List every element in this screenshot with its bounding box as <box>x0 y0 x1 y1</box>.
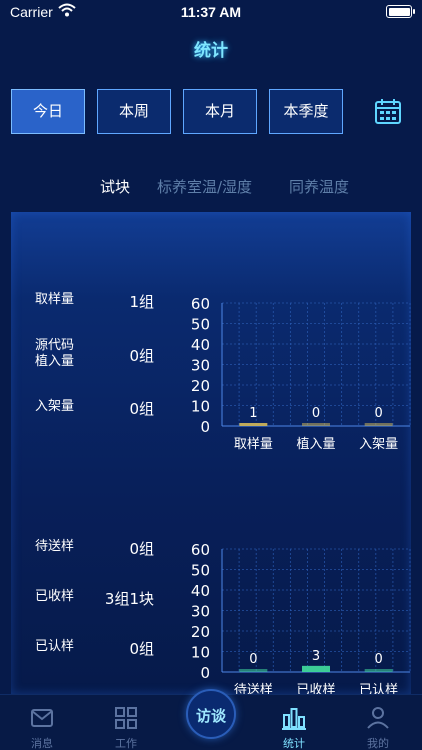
tabbar-item-stats[interactable]: 统计 <box>252 695 336 750</box>
metric-value: 0组 <box>129 540 154 558</box>
y-tick-label: 30 <box>191 603 210 621</box>
mail-icon <box>31 709 53 727</box>
period-today-button[interactable]: 今日 <box>11 89 85 134</box>
y-tick-label: 60 <box>191 295 210 313</box>
period-month-button[interactable]: 本月 <box>183 89 257 134</box>
bar <box>364 669 393 672</box>
bar <box>239 669 268 672</box>
y-tick-label: 20 <box>191 377 210 395</box>
tabbar-item-work[interactable]: 工作 <box>84 695 168 750</box>
tabbar-item-messages[interactable]: 消息 <box>0 695 84 750</box>
y-tick-label: 20 <box>191 623 210 641</box>
metric-label: 待送样 <box>35 539 75 554</box>
status-bar: Carrier 11:37 AM <box>0 0 422 24</box>
data-label: 1 <box>249 406 257 421</box>
x-tick-label: 取样量 <box>234 437 273 452</box>
metric-label: 入架量 <box>35 399 75 414</box>
y-tick-label: 10 <box>191 398 210 416</box>
center-action-label: 访谈 <box>195 707 226 725</box>
y-tick-label: 40 <box>191 336 210 354</box>
y-tick-label: 0 <box>200 418 210 436</box>
data-label: 0 <box>312 406 320 421</box>
metric-label: 已认样 <box>35 639 75 654</box>
page-title: 统计 <box>194 41 228 61</box>
y-tick-label: 60 <box>191 541 210 559</box>
user-icon <box>367 707 389 729</box>
bar-chart-icon <box>282 708 306 730</box>
tabbar-label: 工作 <box>115 737 137 750</box>
data-label: 0 <box>375 406 383 421</box>
metric-value: 1组 <box>129 293 154 311</box>
x-tick-label: 入架量 <box>359 437 398 452</box>
grid-icon <box>115 707 137 729</box>
y-tick-label: 40 <box>191 582 210 600</box>
tabbar-label: 我的 <box>367 737 389 750</box>
tab-standard-room[interactable]: 标养室温/湿度 <box>157 176 252 197</box>
x-tick-label: 已收样 <box>296 683 335 694</box>
metric-label: 已收样 <box>35 589 75 604</box>
bar-chart-receiving: 0 10 20 30 40 50 60 0 待送样 3 已收样 0 已认样 <box>191 541 411 694</box>
metric-value: 3组1块 <box>104 590 154 608</box>
category-tabs: 试块 标养室温/湿度 同养温度 <box>0 176 422 196</box>
metric-value: 0组 <box>129 400 154 418</box>
bar <box>302 665 330 672</box>
clock: 11:37 AM <box>180 4 242 20</box>
bar <box>364 423 393 426</box>
y-tick-label: 0 <box>200 664 210 682</box>
calendar-icon[interactable] <box>374 97 402 125</box>
data-label: 3 <box>312 649 320 664</box>
battery-icon <box>386 5 415 18</box>
x-tick-label: 已认样 <box>359 683 398 694</box>
tabbar-label: 统计 <box>283 737 305 750</box>
bar <box>302 423 330 426</box>
tabbar-label: 消息 <box>31 737 53 750</box>
y-tick-label: 50 <box>191 316 210 334</box>
y-tick-label: 50 <box>191 562 210 580</box>
period-week-button[interactable]: 本周 <box>97 89 171 134</box>
bar <box>239 423 268 426</box>
x-tick-label: 待送样 <box>234 683 273 694</box>
x-tick-label: 植入量 <box>296 437 335 452</box>
y-tick-label: 10 <box>191 644 210 662</box>
y-tick-label: 30 <box>191 357 210 375</box>
metric-value: 0组 <box>129 347 154 365</box>
center-action-button[interactable]: 访谈 <box>186 689 236 739</box>
bar-chart-sampling: 0 10 20 30 40 50 60 1 取样量 0 植入量 0 入架量 <box>191 295 411 452</box>
metric-value: 0组 <box>129 640 154 658</box>
metric-label: 源代码 植入量 <box>35 338 75 369</box>
period-quarter-button[interactable]: 本季度 <box>269 89 343 134</box>
metric-label: 取样量 <box>35 292 75 307</box>
data-label: 0 <box>375 652 383 667</box>
tabbar-item-profile[interactable]: 我的 <box>336 695 420 750</box>
data-label: 0 <box>249 652 257 667</box>
tab-test-block[interactable]: 试块 <box>100 176 130 197</box>
tab-same-curing-temp[interactable]: 同养温度 <box>289 176 349 197</box>
